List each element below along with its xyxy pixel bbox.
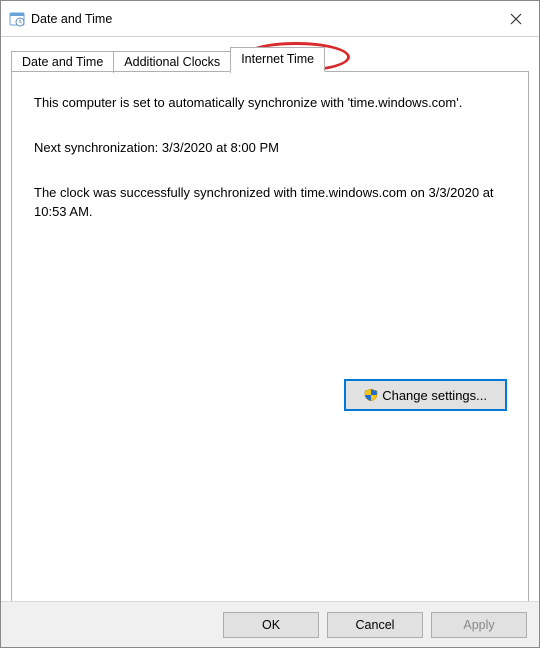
apply-button[interactable]: Apply: [431, 612, 527, 638]
next-sync-text: Next synchronization: 3/3/2020 at 8:00 P…: [34, 139, 506, 158]
tab-date-and-time[interactable]: Date and Time: [11, 51, 114, 73]
close-button[interactable]: [493, 1, 539, 36]
tab-additional-clocks[interactable]: Additional Clocks: [113, 51, 231, 73]
close-icon: [510, 13, 522, 25]
dialog-footer: OK Cancel Apply: [1, 601, 539, 647]
change-settings-label: Change settings...: [382, 388, 487, 403]
window-title: Date and Time: [31, 12, 112, 26]
cancel-button[interactable]: Cancel: [327, 612, 423, 638]
last-sync-text: The clock was successfully synchronized …: [34, 184, 506, 222]
tab-internet-time[interactable]: Internet Time: [230, 47, 325, 72]
tabstrip: Date and Time Additional Clocks Internet…: [11, 47, 529, 72]
ok-button[interactable]: OK: [223, 612, 319, 638]
change-settings-button[interactable]: Change settings...: [345, 380, 506, 410]
sync-status-text: This computer is set to automatically sy…: [34, 94, 506, 113]
titlebar: Date and Time: [1, 1, 539, 37]
app-icon: [9, 11, 25, 27]
uac-shield-icon: [364, 388, 378, 402]
tab-panel-internet-time: This computer is set to automatically sy…: [11, 71, 529, 605]
